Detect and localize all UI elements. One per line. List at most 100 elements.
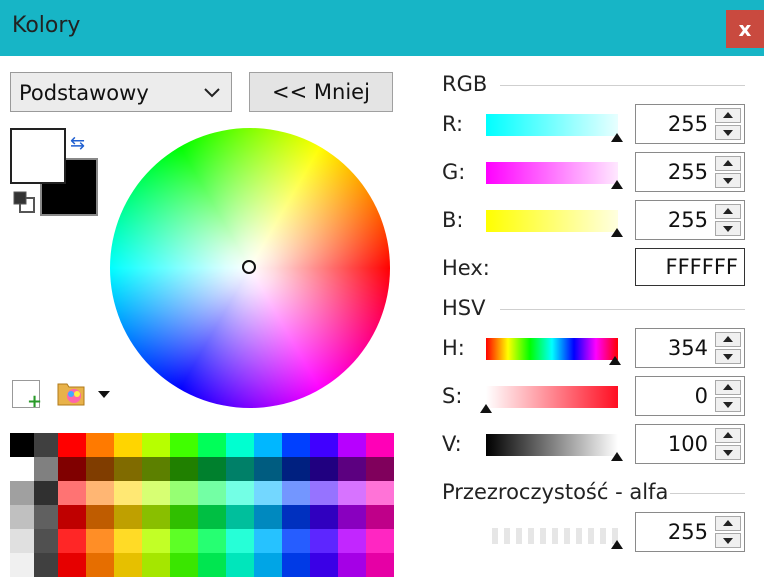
palette-swatch[interactable]	[58, 433, 86, 457]
palette-swatch[interactable]	[86, 553, 114, 577]
v-spinbox[interactable]: 100	[635, 424, 745, 464]
palette-swatch[interactable]	[114, 481, 142, 505]
color-wheel-cursor[interactable]	[242, 260, 256, 274]
palette-swatch[interactable]	[170, 457, 198, 481]
palette-swatch[interactable]	[58, 529, 86, 553]
palette-swatch[interactable]	[86, 481, 114, 505]
palette-swatch[interactable]	[34, 481, 58, 505]
palette-swatch[interactable]	[86, 457, 114, 481]
b-down-button[interactable]	[715, 221, 741, 236]
palette-swatch[interactable]	[366, 481, 394, 505]
v-down-button[interactable]	[715, 445, 741, 460]
b-slider-handle[interactable]	[611, 228, 623, 237]
palette-swatch[interactable]	[310, 505, 338, 529]
palette-swatch[interactable]	[170, 529, 198, 553]
palette-swatch[interactable]	[114, 457, 142, 481]
palette-swatch[interactable]	[142, 553, 170, 577]
palette-swatch[interactable]	[254, 433, 282, 457]
less-button[interactable]: << Mniej	[249, 72, 393, 112]
palette-folder-icon[interactable]	[56, 378, 86, 408]
r-down-button[interactable]	[715, 125, 741, 140]
palette-swatch[interactable]	[226, 529, 254, 553]
b-slider[interactable]	[486, 210, 618, 232]
h-slider[interactable]	[486, 338, 618, 360]
h-spinbox[interactable]: 354	[635, 328, 745, 368]
r-slider[interactable]	[486, 114, 618, 136]
palette-swatch[interactable]	[34, 553, 58, 577]
add-color-icon[interactable]: +	[12, 380, 42, 412]
palette-swatch[interactable]	[170, 505, 198, 529]
palette-swatch[interactable]	[142, 433, 170, 457]
alpha-slider-handle[interactable]	[611, 540, 623, 549]
alpha-spinbox[interactable]: 255	[635, 512, 745, 552]
s-slider[interactable]	[486, 386, 618, 408]
s-slider-handle[interactable]	[480, 404, 492, 413]
palette-swatch[interactable]	[254, 553, 282, 577]
palette-swatch[interactable]	[366, 529, 394, 553]
palette-swatch[interactable]	[170, 481, 198, 505]
palette-swatch[interactable]	[34, 457, 58, 481]
palette-swatch[interactable]	[226, 481, 254, 505]
palette-swatch[interactable]	[10, 457, 34, 481]
palette-swatch[interactable]	[338, 481, 366, 505]
h-up-button[interactable]	[715, 332, 741, 347]
s-down-button[interactable]	[715, 397, 741, 412]
palette-swatch[interactable]	[254, 481, 282, 505]
palette-swatch[interactable]	[366, 553, 394, 577]
palette-menu-arrow[interactable]	[98, 391, 110, 398]
palette-swatch[interactable]	[198, 433, 226, 457]
palette-swatch[interactable]	[142, 457, 170, 481]
palette-swatch[interactable]	[254, 529, 282, 553]
alpha-up-button[interactable]	[715, 516, 741, 531]
palette-swatch[interactable]	[198, 457, 226, 481]
palette-swatch[interactable]	[366, 433, 394, 457]
swap-colors-icon[interactable]: ⇆	[70, 133, 85, 154]
palette-swatch[interactable]	[282, 553, 310, 577]
palette-swatch[interactable]	[58, 457, 86, 481]
palette-swatch[interactable]	[226, 457, 254, 481]
palette-swatch[interactable]	[10, 481, 34, 505]
palette-swatch[interactable]	[58, 553, 86, 577]
palette-swatch[interactable]	[34, 529, 58, 553]
palette-swatch[interactable]	[198, 505, 226, 529]
palette-swatch[interactable]	[86, 529, 114, 553]
palette-swatch[interactable]	[58, 505, 86, 529]
palette-swatch[interactable]	[310, 433, 338, 457]
palette-swatch[interactable]	[310, 481, 338, 505]
b-spinbox[interactable]: 255	[635, 200, 745, 240]
palette-swatch[interactable]	[170, 433, 198, 457]
palette-swatch[interactable]	[114, 505, 142, 529]
palette-swatch[interactable]	[282, 529, 310, 553]
h-slider-handle[interactable]	[609, 356, 621, 365]
palette-swatch[interactable]	[114, 433, 142, 457]
palette-swatch[interactable]	[310, 457, 338, 481]
palette-swatch[interactable]	[310, 553, 338, 577]
alpha-slider[interactable]	[486, 528, 618, 544]
palette-swatch[interactable]	[114, 553, 142, 577]
palette-swatch[interactable]	[198, 481, 226, 505]
palette-swatch[interactable]	[10, 505, 34, 529]
palette-swatch[interactable]	[170, 553, 198, 577]
g-down-button[interactable]	[715, 173, 741, 188]
g-up-button[interactable]	[715, 156, 741, 171]
r-up-button[interactable]	[715, 108, 741, 123]
palette-swatch[interactable]	[338, 529, 366, 553]
palette-swatch[interactable]	[142, 505, 170, 529]
g-spinbox[interactable]: 255	[635, 152, 745, 192]
palette-swatch[interactable]	[198, 553, 226, 577]
palette-swatch[interactable]	[254, 505, 282, 529]
v-slider-handle[interactable]	[611, 452, 623, 461]
g-slider-handle[interactable]	[611, 180, 623, 189]
palette-swatch[interactable]	[282, 457, 310, 481]
g-slider[interactable]	[486, 162, 618, 184]
palette-swatch[interactable]	[10, 433, 34, 457]
b-up-button[interactable]	[715, 204, 741, 219]
palette-swatch[interactable]	[142, 481, 170, 505]
palette-swatch[interactable]	[338, 553, 366, 577]
palette-swatch[interactable]	[254, 457, 282, 481]
alpha-down-button[interactable]	[715, 533, 741, 548]
palette-swatch[interactable]	[338, 433, 366, 457]
palette-swatch[interactable]	[282, 433, 310, 457]
h-down-button[interactable]	[715, 349, 741, 364]
palette-swatch[interactable]	[338, 457, 366, 481]
